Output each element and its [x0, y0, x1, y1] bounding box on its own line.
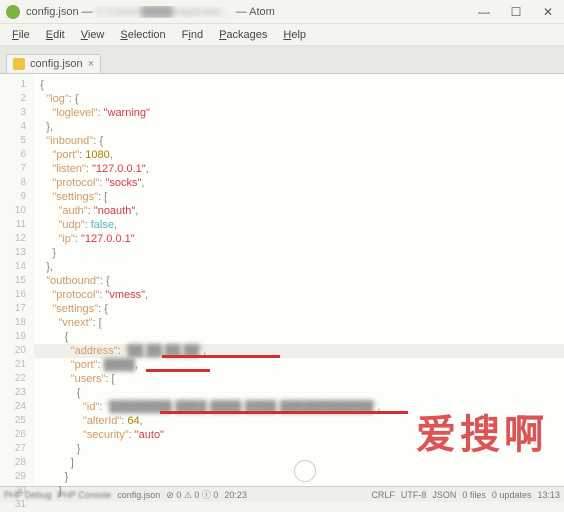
- editor[interactable]: 1234567891011121314151617181920212223242…: [0, 74, 564, 486]
- menu-selection[interactable]: Selection: [112, 27, 173, 43]
- menubar: File Edit View Selection Find Packages H…: [0, 24, 564, 46]
- menu-packages[interactable]: Packages: [211, 27, 275, 43]
- split-pane-handle-icon[interactable]: [294, 460, 316, 482]
- tabbar: config.json ×: [0, 46, 564, 74]
- titlebar: config.json — C:\Users\████\AppData\… — …: [0, 0, 564, 24]
- menu-file[interactable]: File: [4, 27, 38, 43]
- atom-icon: [6, 5, 20, 19]
- tab-label: config.json: [30, 58, 83, 70]
- menu-find[interactable]: Find: [174, 27, 211, 43]
- gutter: 1234567891011121314151617181920212223242…: [0, 74, 34, 486]
- status-php-debug[interactable]: PHP Debug: [4, 490, 51, 500]
- json-file-icon: [13, 58, 25, 70]
- tab-config-json[interactable]: config.json ×: [6, 54, 101, 73]
- menu-view[interactable]: View: [73, 27, 113, 43]
- close-button[interactable]: ✕: [532, 0, 564, 24]
- window-title: config.json — C:\Users\████\AppData\… — …: [26, 6, 468, 18]
- minimize-button[interactable]: —: [468, 0, 500, 24]
- menu-help[interactable]: Help: [275, 27, 314, 43]
- code-area[interactable]: { "log": { "loglevel": "warning" }, "inb…: [34, 74, 564, 486]
- maximize-button[interactable]: ☐: [500, 0, 532, 24]
- menu-edit[interactable]: Edit: [38, 27, 73, 43]
- tab-close-icon[interactable]: ×: [88, 58, 94, 70]
- status-php-console[interactable]: PHP Console: [57, 490, 111, 500]
